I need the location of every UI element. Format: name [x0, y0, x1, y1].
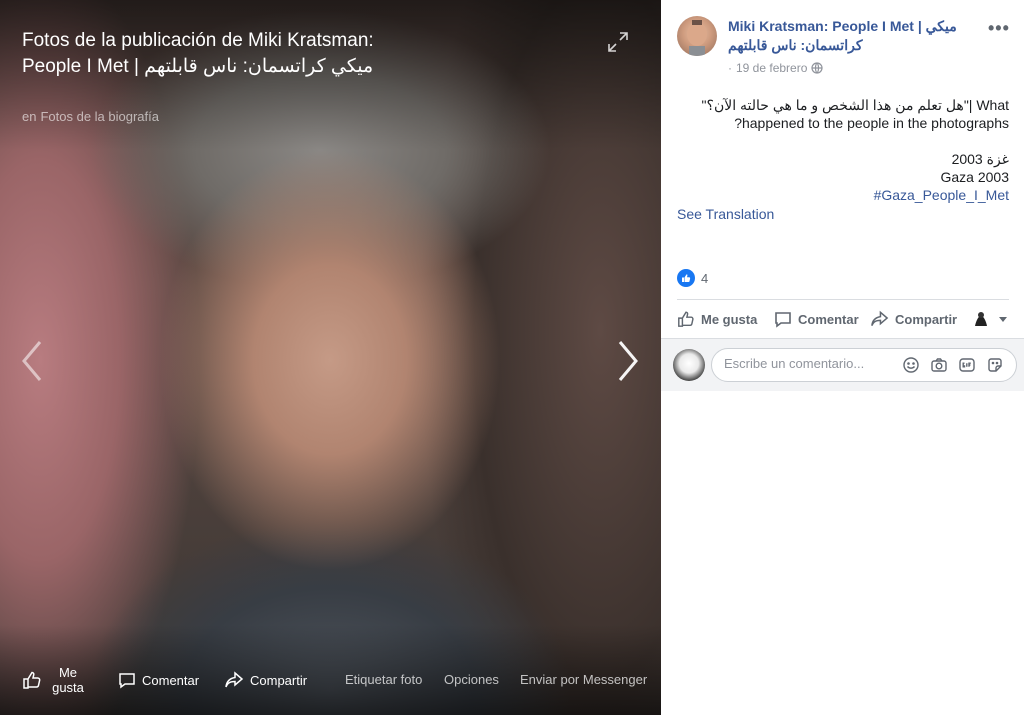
see-translation-link[interactable]: See Translation — [677, 206, 774, 222]
reaction-as-selector[interactable] — [970, 308, 1014, 330]
post-text-line: Gaza 2003 — [940, 169, 1010, 185]
viewer-share-label: Compartir — [250, 672, 308, 688]
post-side-panel: Miki Kratsman: People I Met | ميكي كراتس… — [661, 0, 1024, 715]
viewer-like-label: Me gusta — [52, 665, 84, 695]
comment-box[interactable] — [711, 348, 1017, 382]
expand-icon[interactable] — [606, 30, 630, 54]
user-avatar — [673, 349, 705, 381]
album-link[interactable]: Fotos de la biografía — [40, 109, 159, 124]
post-text-line: "هل تعلم من هذا الشخص و ما هي حالته الآن… — [701, 97, 1009, 113]
options-button[interactable]: Opciones — [444, 672, 499, 687]
previous-photo-arrow-icon[interactable] — [18, 338, 48, 384]
comment-icon — [119, 673, 135, 689]
thumbs-up-icon — [23, 671, 41, 689]
like-button[interactable]: Me gusta — [677, 310, 757, 328]
share-button[interactable]: Compartir — [870, 310, 957, 328]
page-avatar[interactable] — [677, 16, 717, 56]
share-label: Compartir — [895, 311, 958, 327]
next-photo-arrow-icon[interactable] — [612, 338, 642, 384]
more-options-icon[interactable]: ••• — [988, 18, 1010, 39]
hashtag-link[interactable]: #Gaza_People_I_Met — [677, 186, 1009, 204]
page-name-link[interactable]: Miki Kratsman: People I Met | ميكي كراتس… — [728, 17, 978, 55]
share-icon — [871, 310, 889, 326]
comment-button[interactable]: Comentar — [774, 310, 859, 328]
photo-viewer: Fotos de la publicación de Miki Kratsman… — [0, 0, 661, 715]
post-date[interactable]: · 19 de febrero — [728, 61, 823, 75]
sticker-icon[interactable] — [986, 356, 1004, 374]
album-title: Fotos de la publicación de Miki Kratsman… — [22, 30, 374, 77]
post-text: "هل تعلم من هذا الشخص و ما هي حالته الآن… — [677, 96, 1009, 204]
comment-label: Comentar — [798, 311, 859, 327]
viewer-comment-label: Comentar — [142, 672, 200, 688]
comment-composer — [661, 339, 1024, 391]
viewer-like-button[interactable]: Me gusta — [22, 665, 88, 695]
share-icon — [225, 671, 244, 688]
divider — [677, 299, 1009, 300]
gif-icon[interactable] — [958, 356, 976, 374]
globe-icon — [811, 62, 823, 74]
viewer-share-button[interactable]: Compartir — [224, 671, 307, 689]
like-label: Me gusta — [701, 311, 758, 327]
thumbs-up-icon — [678, 311, 694, 327]
profile-thumbnail-icon — [971, 309, 991, 329]
tag-photo-button[interactable]: Etiquetar foto — [345, 672, 422, 687]
date-separator: · — [728, 61, 732, 75]
camera-icon[interactable] — [930, 356, 948, 374]
album-subtitle: en Fotos de la biografía — [22, 109, 159, 124]
post-text-line: ?happened to the people in the photograp… — [734, 115, 1009, 131]
comment-input[interactable] — [724, 356, 894, 371]
comment-icon — [775, 312, 791, 328]
reaction-summary[interactable]: 4 — [677, 269, 708, 287]
viewer-comment-button[interactable]: Comentar — [118, 671, 199, 689]
post-text-line: غزة 2003 — [951, 151, 1009, 167]
emoji-icon[interactable] — [902, 356, 920, 374]
viewer-action-bar: Me gusta Comentar Compartir Etiquetar fo… — [0, 655, 661, 715]
post-action-row: Me gusta Comentar Compartir — [677, 304, 1009, 336]
post-date-label: 19 de febrero — [736, 61, 808, 75]
chevron-down-icon — [999, 317, 1007, 322]
send-messenger-button[interactable]: Enviar por Messenger — [520, 672, 647, 687]
like-reaction-icon — [677, 269, 695, 287]
reaction-count: 4 — [701, 270, 709, 286]
album-subtitle-prefix: en — [22, 109, 37, 124]
